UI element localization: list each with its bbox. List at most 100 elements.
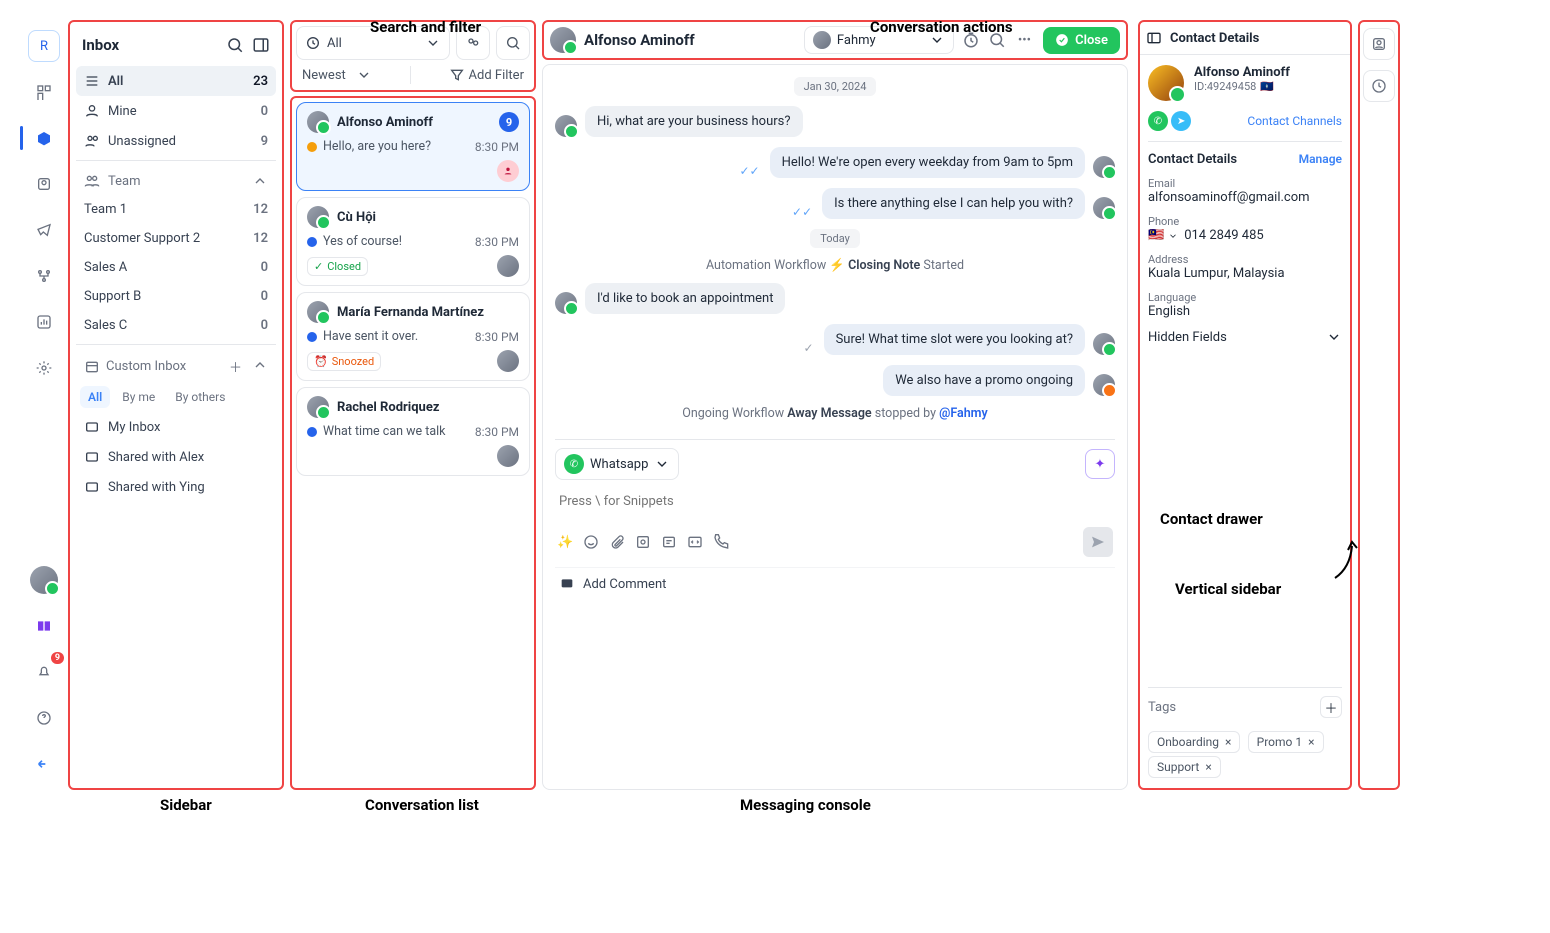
contact-panel-icon[interactable] (1363, 28, 1395, 60)
add-inbox-icon[interactable]: ＋ (229, 357, 242, 376)
conversation-item[interactable]: Rachel Rodriquez What time can we talk8:… (296, 387, 530, 476)
sort-dropdown[interactable]: Newest (302, 67, 372, 83)
field-label: Language (1148, 291, 1342, 304)
contact-details-label: Contact Details (1148, 152, 1237, 167)
whatsapp-icon[interactable]: ✆ (1148, 111, 1168, 131)
custom-tab-byme[interactable]: By me (114, 386, 163, 408)
more-actions-icon[interactable]: ••• (1014, 29, 1035, 52)
avatar (497, 255, 519, 277)
avatar (1093, 197, 1115, 219)
contact-card-icon (1146, 30, 1162, 46)
annotation: Conversation list (365, 796, 479, 814)
contact-avatar (1148, 65, 1184, 101)
sidebar-item-all[interactable]: All 23 (76, 66, 276, 96)
country-code-dropdown[interactable]: 🇲🇾 (1148, 228, 1178, 243)
annotation: Sidebar (160, 796, 212, 814)
chevron-down-icon (425, 35, 441, 51)
reports-icon[interactable] (28, 306, 60, 338)
avatar (307, 301, 329, 323)
emoji-icon[interactable] (583, 534, 599, 550)
team-item[interactable]: Customer Support 212 (76, 224, 276, 253)
template-icon[interactable] (635, 534, 651, 550)
unread-badge: 9 (499, 112, 519, 132)
team-item[interactable]: Sales A0 (76, 253, 276, 282)
snippet-icon[interactable] (661, 534, 677, 550)
date-divider: Today (810, 229, 860, 248)
panel-toggle-icon[interactable] (252, 36, 270, 54)
magic-wand-icon[interactable]: ✨ (557, 535, 573, 550)
contacts-icon[interactable] (28, 168, 60, 200)
docs-icon[interactable] (28, 610, 60, 642)
message-out: Sure! What time slot were you looking at… (824, 324, 1085, 355)
collapse-icon[interactable] (28, 748, 60, 780)
conversation-item[interactable]: María Fernanda Martínez Have sent it ove… (296, 292, 530, 381)
send-button[interactable] (1083, 527, 1113, 557)
avatar (1093, 333, 1115, 355)
telegram-icon[interactable]: ➤ (1171, 111, 1191, 131)
sidebar-team-header[interactable]: Team (76, 167, 276, 195)
help-icon[interactable] (28, 702, 60, 734)
voice-icon[interactable] (713, 534, 729, 550)
dashboard-icon[interactable] (28, 76, 60, 108)
read-receipt-icon: ✓✓ (739, 164, 759, 178)
search-icon[interactable] (496, 26, 530, 60)
field-value: English (1148, 304, 1342, 319)
manage-link[interactable]: Manage (1299, 152, 1342, 167)
user-avatar[interactable] (28, 564, 60, 596)
settings-icon[interactable] (28, 352, 60, 384)
remove-tag-icon[interactable]: × (1205, 760, 1211, 774)
add-filter-button[interactable]: Add Filter (449, 67, 524, 83)
conversation-item[interactable]: Cù Hội Yes of course!8:30 PM ✓ Closed (296, 197, 530, 286)
avatar (307, 206, 329, 228)
contact-channels-link[interactable]: Contact Channels (1247, 114, 1342, 128)
notifications-icon[interactable]: 9 (28, 656, 60, 688)
tag-pill[interactable]: Onboarding × (1148, 731, 1240, 753)
remove-tag-icon[interactable]: × (1225, 735, 1231, 749)
avatar (307, 111, 329, 133)
chevron-up-icon[interactable] (252, 357, 268, 373)
avatar (307, 396, 329, 418)
message-out: Is there anything else I can help you wi… (822, 188, 1085, 219)
avatar (1093, 374, 1115, 396)
close-button[interactable]: Close (1043, 27, 1120, 54)
inbox-icon[interactable] (28, 122, 60, 154)
workflow-icon[interactable] (28, 260, 60, 292)
add-tag-button[interactable]: ＋ (1320, 696, 1342, 718)
search-icon[interactable] (226, 36, 244, 54)
tag-pill[interactable]: Promo 1 × (1248, 731, 1324, 753)
custom-inbox-item[interactable]: Shared with Alex (76, 442, 276, 472)
field-label: Email (1148, 177, 1342, 190)
sidebar-item-unassigned[interactable]: Unassigned 9 (76, 126, 276, 156)
team-item[interactable]: Support B0 (76, 282, 276, 311)
message-in: I'd like to book an appointment (585, 283, 785, 314)
vertical-sidebar (1358, 20, 1400, 790)
chevron-down-icon (356, 67, 372, 83)
field-label: Phone (1148, 215, 1342, 228)
team-item[interactable]: Team 112 (76, 195, 276, 224)
attachment-icon[interactable] (609, 534, 625, 550)
custom-inbox-item[interactable]: Shared with Ying (76, 472, 276, 502)
custom-inbox-header[interactable]: Custom Inbox (84, 359, 186, 375)
add-comment-button[interactable]: Add Comment (555, 567, 1115, 592)
nav-rail: R 9 (20, 20, 68, 790)
sidebar-item-mine[interactable]: Mine 0 (76, 96, 276, 126)
code-icon[interactable] (687, 534, 703, 550)
workspace-logo[interactable]: R (28, 30, 60, 62)
conversation-header-name[interactable]: Alfonso Aminoff (550, 27, 796, 53)
custom-inbox-item[interactable]: My Inbox (76, 412, 276, 442)
custom-tab-byothers[interactable]: By others (167, 386, 233, 408)
custom-tab-all[interactable]: All (80, 386, 110, 408)
message-in: Hi, what are your business hours? (585, 106, 803, 137)
conversation-item[interactable]: Alfonso Aminoff9 Hello, are you here?8:3… (296, 102, 530, 191)
hidden-fields-toggle[interactable]: Hidden Fields (1148, 329, 1342, 345)
message-input[interactable] (555, 480, 1115, 523)
flag-icon: 🇬🇺 (1260, 80, 1274, 93)
broadcast-icon[interactable] (28, 214, 60, 246)
remove-tag-icon[interactable]: × (1308, 735, 1314, 749)
tag-pill[interactable]: Support × (1148, 756, 1221, 778)
ai-assist-button[interactable]: ✦ (1085, 449, 1115, 479)
avatar (497, 445, 519, 467)
activity-panel-icon[interactable] (1363, 70, 1395, 102)
team-item[interactable]: Sales C0 (76, 311, 276, 340)
channel-dropdown[interactable]: ✆Whatsapp (555, 448, 679, 480)
